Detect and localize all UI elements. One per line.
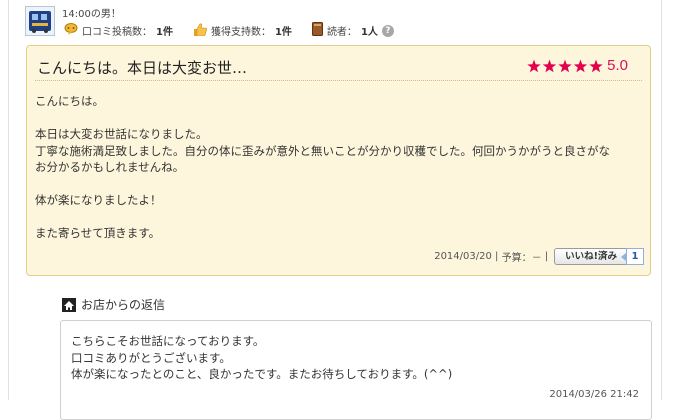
home-icon	[62, 297, 81, 312]
thumbs-up-icon	[193, 23, 207, 39]
rating-score: 5.0	[607, 57, 628, 74]
budget-label: 予算：	[501, 253, 532, 264]
review-date: 2014/03/20	[434, 251, 492, 262]
reply-line: 体が楽になったとのこと、良かったです。またお待ちしております。(^^)	[71, 367, 453, 381]
like-count-badge: 1	[621, 248, 644, 265]
review-card: こんにちは。本日は大変お世… 5.0 こんにちは。 本日は大変お世話になりました…	[26, 45, 651, 276]
reply-card: こちらこそお世話になっております。 口コミありがとうございます。 体が楽になった…	[60, 320, 652, 420]
review-line: 体が楽になりましたよ！	[35, 193, 162, 207]
title-divider	[35, 80, 642, 81]
reply-date: 2014/03/26 21:42	[549, 389, 639, 400]
rating-stars	[527, 59, 603, 72]
speech-bubble-icon	[64, 23, 78, 38]
reply-body: こちらこそお世話になっております。 口コミありがとうございます。 体が楽になった…	[71, 333, 452, 383]
budget-value: －	[531, 253, 542, 264]
star-rating: 5.0	[527, 57, 628, 74]
review-line: 本日は大変お世話になりました。	[35, 127, 208, 141]
support-count[interactable]: 1件	[275, 23, 292, 38]
reader-count-label: 読者：	[326, 27, 357, 38]
review-count[interactable]: 1件	[156, 23, 173, 38]
train-avatar-icon[interactable]	[25, 6, 55, 36]
reply-line: 口コミありがとうございます。	[71, 350, 231, 365]
footer-separator: |	[495, 251, 499, 262]
review-line: お分かるかもしれませんね。	[35, 160, 185, 174]
like-button[interactable]: いいね!済み	[554, 248, 628, 265]
review-count-label: 口コミ投稿数：	[82, 27, 152, 38]
reader-count[interactable]: 1人	[361, 23, 378, 38]
star-icon	[542, 59, 557, 72]
star-icon	[558, 59, 572, 72]
review-footer: 2014/03/20 | 予算： － | いいね!済み	[434, 248, 628, 265]
review-line: また寄らせて頂きます。	[35, 226, 161, 240]
review-body: こんにちは。 本日は大変お世話になりました。 丁寧な施術満足致しました。自分の体…	[35, 93, 640, 242]
review-line: 丁寧な施術満足致しました。自分の体に歪みが意外と無いことが分かり収穫でした。何回…	[35, 143, 610, 158]
reply-heading: お店からの返信	[62, 296, 165, 313]
book-icon	[311, 22, 323, 39]
star-icon	[527, 59, 541, 72]
star-icon	[589, 59, 603, 72]
review-title[interactable]: こんにちは。本日は大変お世…	[37, 57, 247, 78]
review-line: こんにちは。	[35, 94, 104, 108]
reviewer-stats: 口コミ投稿数： 1件 獲得支持数： 1件 読者： 1人 ?	[64, 22, 394, 39]
support-count-label: 獲得支持数：	[210, 27, 271, 38]
reply-line: こちらこそお世話になっております。	[71, 334, 265, 348]
reviewer-name[interactable]: 14:00の男！	[62, 5, 121, 20]
star-icon	[573, 59, 588, 72]
reply-heading-label: お店からの返信	[81, 298, 166, 312]
question-icon[interactable]: ?	[381, 24, 394, 37]
footer-separator: |	[544, 251, 549, 262]
